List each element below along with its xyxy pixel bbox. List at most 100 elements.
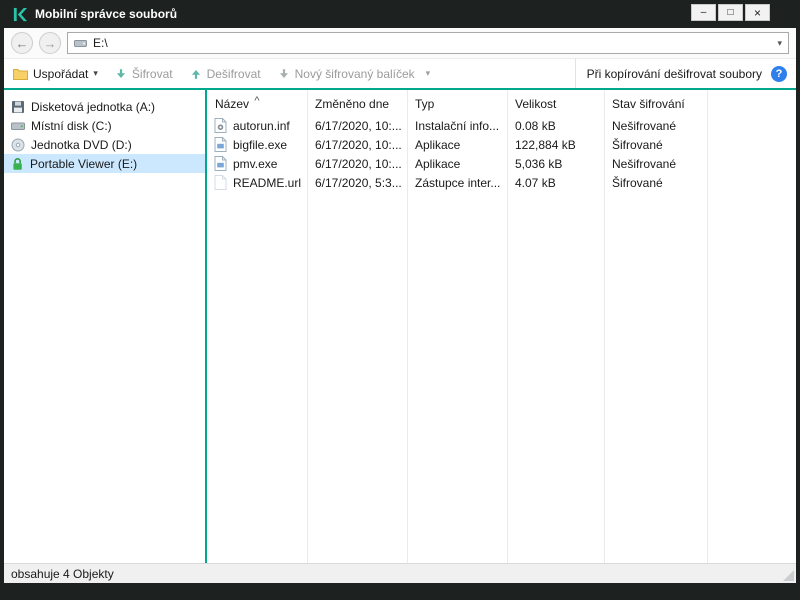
organize-label: Uspořádat [33, 66, 89, 81]
sidebar-item-label: Místní disk (C:) [31, 118, 112, 133]
file-modified: 6/17/2020, 10:... [315, 118, 402, 133]
file-name: README.url [233, 175, 302, 190]
decrypt-label: Dešifrovat [206, 66, 261, 81]
sidebar-item-portable-viewer-e[interactable]: Portable Viewer (E:) [4, 154, 205, 173]
drive-icon [74, 37, 87, 49]
file-encryption-status: Šifrované [612, 175, 663, 190]
maximize-button[interactable]: □ [718, 4, 743, 21]
decrypt-button[interactable]: Dešifrovat [190, 67, 261, 81]
address-dropdown-icon[interactable]: ▾ [777, 38, 782, 49]
sidebar-item-floppy-a[interactable]: Disketová jednotka (A:) [4, 97, 205, 116]
list-header: ^ Název Změněno dne Typ Velikost Stav ši… [207, 90, 796, 116]
encrypt-arrow-icon [115, 68, 127, 80]
hdd-icon [11, 119, 25, 133]
file-size: 5,036 kB [515, 156, 563, 171]
file-name-cell: pmv.exe [207, 156, 307, 171]
dvd-icon [11, 138, 25, 152]
package-arrow-icon [278, 68, 290, 80]
file-name-cell: bigfile.exe [207, 137, 307, 152]
minimize-button[interactable]: – [691, 4, 716, 21]
exe-file-icon [214, 156, 227, 171]
column-header-label: Velikost [515, 97, 557, 111]
file-type: Zástupce inter... [415, 175, 501, 190]
help-icon[interactable]: ? [771, 65, 787, 82]
titlebar[interactable]: Mobilní správce souborů – □ × [0, 0, 800, 28]
encrypt-button[interactable]: Šifrovat [115, 67, 173, 81]
sidebar-item-label: Disketová jednotka (A:) [31, 99, 156, 114]
window-body: ← → E:\ ▾ Uspořádat ▾ Šifrovat Dešifrova… [4, 28, 796, 583]
package-dropdown-button[interactable]: ▾ [426, 68, 431, 79]
encrypt-label: Šifrovat [131, 66, 173, 81]
inf-file-icon [214, 118, 227, 133]
column-header-size[interactable]: Velikost [507, 97, 604, 111]
organize-button[interactable]: Uspořádat ▾ [13, 67, 98, 81]
file-name: pmv.exe [233, 156, 278, 171]
file-modified: 6/17/2020, 10:... [315, 137, 402, 152]
sidebar-item-dvd-d[interactable]: Jednotka DVD (D:) [4, 135, 205, 154]
column-header-label: Změněno dne [315, 97, 390, 111]
floppy-icon [11, 100, 25, 114]
file-type: Aplikace [415, 137, 461, 152]
file-name: autorun.inf [233, 118, 290, 133]
close-button[interactable]: × [745, 4, 770, 21]
new-encrypted-package-button[interactable]: Nový šifrovaný balíček [278, 67, 415, 81]
url-file-icon [214, 175, 227, 190]
close-icon: × [753, 5, 761, 20]
file-row[interactable]: pmv.exe 6/17/2020, 10:... Aplikace 5,036… [207, 154, 796, 173]
column-header-modified[interactable]: Změněno dne [307, 97, 407, 111]
column-header-label: Stav šifrování [612, 97, 685, 111]
column-header-label: Název [215, 97, 250, 111]
forward-button[interactable]: → [39, 32, 61, 54]
decrypt-arrow-icon [190, 68, 202, 80]
forward-arrow-icon: → [43, 35, 57, 51]
file-name: bigfile.exe [233, 137, 288, 152]
maximize-icon: □ [727, 6, 734, 18]
status-text: obsahuje 4 Objekty [11, 566, 114, 581]
minimize-icon: – [700, 6, 707, 18]
file-modified: 6/17/2020, 5:3... [315, 175, 402, 190]
app-window: Mobilní správce souborů – □ × ← → E:\ ▾ [0, 0, 800, 600]
column-header-status[interactable]: Stav šifrování [604, 97, 796, 111]
chevron-down-icon: ▾ [425, 68, 431, 78]
navigation-bar: ← → E:\ ▾ [4, 28, 796, 59]
file-size: 4.07 kB [515, 175, 556, 190]
address-text: E:\ [93, 36, 108, 50]
main-area: Disketová jednotka (A:) Místní disk (C:)… [4, 90, 796, 563]
back-button[interactable]: ← [11, 32, 33, 54]
file-row[interactable]: bigfile.exe 6/17/2020, 10:... Aplikace 1… [207, 135, 796, 154]
status-bar: obsahuje 4 Objekty [4, 563, 796, 583]
toolbar: Uspořádat ▾ Šifrovat Dešifrovat Nový šif… [4, 59, 796, 90]
column-header-label: Typ [415, 97, 435, 111]
file-encryption-status: Nešifrované [612, 156, 677, 171]
file-type: Instalační info... [415, 118, 500, 133]
file-name-cell: autorun.inf [207, 118, 307, 133]
chevron-down-icon: ▾ [93, 68, 98, 78]
window-controls: – □ × [691, 4, 770, 21]
resize-grip[interactable] [783, 570, 794, 581]
file-row[interactable]: README.url 6/17/2020, 5:3... Zástupce in… [207, 173, 796, 192]
file-name-cell: README.url [207, 175, 307, 190]
file-row[interactable]: autorun.inf 6/17/2020, 10:... Instalační… [207, 116, 796, 135]
file-size: 122,884 kB [515, 137, 576, 152]
kaspersky-logo-icon [12, 7, 27, 22]
decrypt-on-copy-toggle[interactable]: Při kopírování dešifrovat soubory [587, 67, 762, 81]
file-encryption-status: Nešifrované [612, 118, 677, 133]
file-list: ^ Název Změněno dne Typ Velikost Stav ši… [207, 90, 796, 563]
file-modified: 6/17/2020, 10:... [315, 156, 402, 171]
window-title: Mobilní správce souborů [35, 7, 178, 21]
sort-ascending-icon: ^ [254, 95, 260, 107]
new-encrypted-package-label: Nový šifrovaný balíček [294, 66, 415, 81]
lock-icon [11, 157, 24, 171]
column-header-type[interactable]: Typ [407, 97, 507, 111]
file-type: Aplikace [415, 156, 461, 171]
folder-icon [13, 68, 28, 80]
sidebar-item-label: Jednotka DVD (D:) [31, 137, 132, 152]
sidebar-item-local-disk-c[interactable]: Místní disk (C:) [4, 116, 205, 135]
file-encryption-status: Šifrované [612, 137, 663, 152]
address-bar[interactable]: E:\ ▾ [67, 32, 789, 54]
file-size: 0.08 kB [515, 118, 556, 133]
exe-file-icon [214, 137, 227, 152]
column-header-name[interactable]: ^ Název [207, 95, 307, 112]
back-arrow-icon: ← [15, 35, 29, 51]
toolbar-right-group: Při kopírování dešifrovat soubory ? [574, 59, 787, 88]
